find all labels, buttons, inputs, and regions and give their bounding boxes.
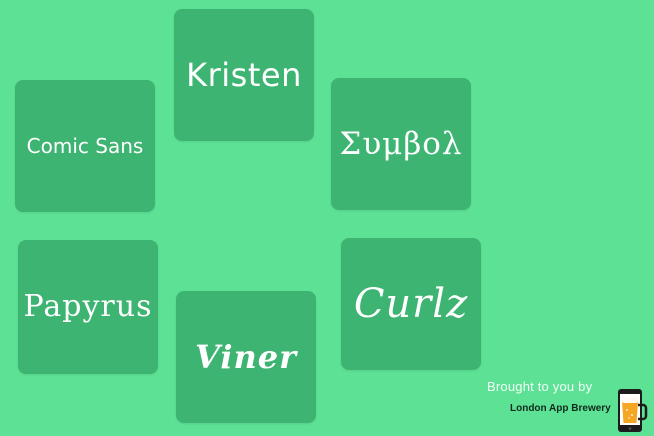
font-tile-label: Συμβολ bbox=[339, 125, 463, 162]
brand-name: London App Brewery bbox=[510, 403, 611, 414]
font-tile-label: Comic Sans bbox=[26, 134, 144, 158]
font-tile-symbol: Συμβολ bbox=[331, 78, 471, 210]
font-tile-kristen: Kristen bbox=[174, 9, 314, 141]
font-tile-comic-sans: Comic Sans bbox=[15, 80, 155, 212]
font-tile-curlz: Curlz bbox=[341, 238, 481, 370]
font-tile-label: Curlz bbox=[353, 281, 469, 327]
font-tile-label: Viner bbox=[195, 338, 297, 376]
font-tile-viner: Viner bbox=[176, 291, 316, 423]
font-tile-label: Papyrus bbox=[23, 289, 153, 324]
font-tile-papyrus: Papyrus bbox=[18, 240, 158, 374]
credit-text: Brought to you by bbox=[487, 379, 593, 394]
font-tile-label: Kristen bbox=[186, 56, 302, 94]
beer-mug-icon bbox=[618, 389, 648, 432]
